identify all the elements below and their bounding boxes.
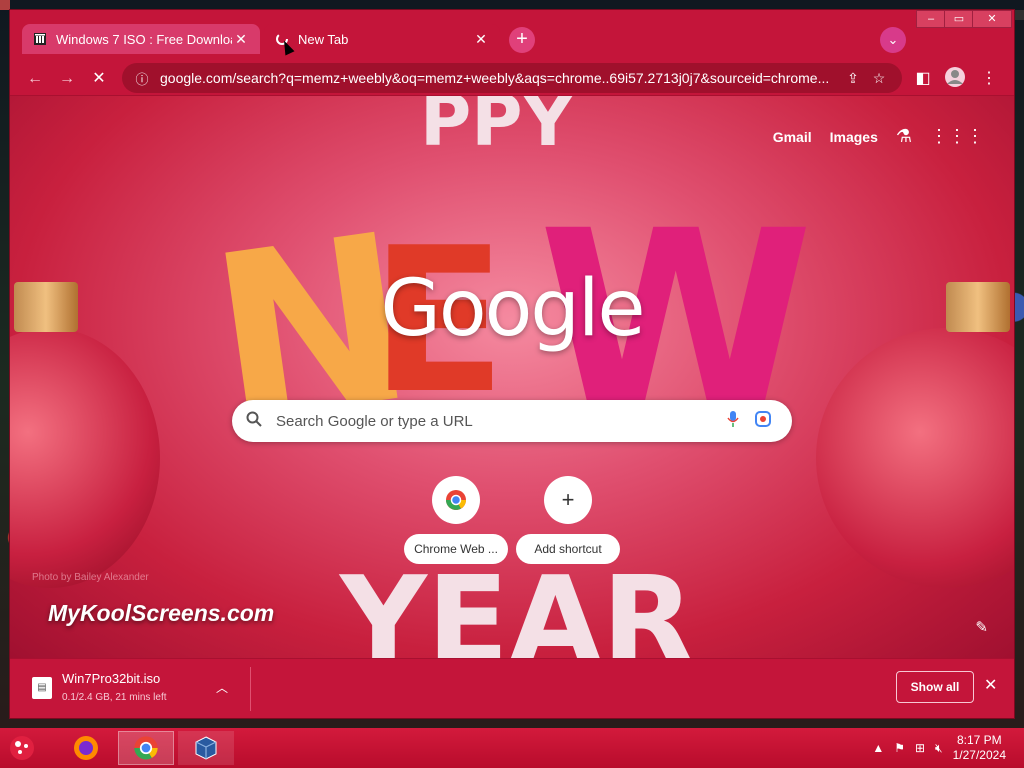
menu-icon[interactable]: ⋮ xyxy=(976,66,1002,92)
shortcut-label: Add shortcut xyxy=(516,534,620,564)
download-filename[interactable]: Win7Pro32bit.iso xyxy=(62,671,160,686)
mic-icon[interactable] xyxy=(718,410,748,433)
minimize-button[interactable]: – xyxy=(916,10,946,28)
close-tab-icon[interactable]: ✕ xyxy=(472,31,490,48)
plus-icon: + xyxy=(544,476,592,524)
chrome-web-store-icon xyxy=(432,476,480,524)
lens-icon[interactable] xyxy=(748,410,778,433)
chrome-window: Windows 7 ISO : Free Download ✕ New Tab … xyxy=(10,10,1014,718)
clock[interactable]: 8:17 PM 1/27/2024 xyxy=(953,733,1006,763)
chevron-up-icon[interactable]: ︿ xyxy=(216,679,228,696)
divider xyxy=(250,667,251,711)
archive-favicon-icon xyxy=(32,31,48,47)
shortcut-label: Chrome Web ... xyxy=(404,534,508,564)
show-all-button[interactable]: Show all xyxy=(896,671,974,703)
forward-icon[interactable]: → xyxy=(54,66,80,92)
tab-title: Windows 7 ISO : Free Download xyxy=(56,31,232,47)
firefox-icon[interactable] xyxy=(58,731,114,765)
tab-windows7-iso[interactable]: Windows 7 ISO : Free Download ✕ xyxy=(22,24,260,54)
tab-title: New Tab xyxy=(298,31,349,47)
back-icon[interactable]: ← xyxy=(22,66,48,92)
ornament-left xyxy=(10,328,160,588)
shortcut-chrome-web-store[interactable]: Chrome Web ... xyxy=(404,476,508,564)
url-text: google.com/search?q=memz+weebly&oq=memz+… xyxy=(160,70,830,86)
flag-icon[interactable]: ⚑ xyxy=(894,741,905,755)
maximize-button[interactable]: ▭ xyxy=(944,10,974,28)
address-bar[interactable]: ⓘ google.com/search?q=memz+weebly&oq=mem… xyxy=(122,63,902,93)
labs-icon[interactable]: ⚗ xyxy=(896,126,912,147)
virtualbox-icon[interactable] xyxy=(178,731,234,765)
toolbar: ← → ✕ ⓘ google.com/search?q=memz+weebly&… xyxy=(10,62,1014,96)
photo-credit[interactable]: Photo by Bailey Alexander xyxy=(32,572,149,583)
new-tab-page: N E W YEAR PPY Gmail Images ⚗ ⋮⋮⋮ Google… xyxy=(10,96,1014,658)
sidepanel-icon[interactable]: ◧ xyxy=(910,66,936,92)
clock-date: 1/27/2024 xyxy=(952,748,1006,762)
taskbar: ▲ ⚑ ⊞ 🔇︎ 8:17 PM 1/27/2024 xyxy=(0,728,1024,768)
shortcut-add[interactable]: + Add shortcut xyxy=(516,476,620,564)
title-bar: Windows 7 ISO : Free Download ✕ New Tab … xyxy=(10,10,1014,62)
download-shelf: ▤ Win7Pro32bit.iso 0.1/2.4 GB, 21 mins l… xyxy=(10,658,1014,718)
profile-icon[interactable] xyxy=(942,66,968,92)
system-tray: ▲ ⚑ ⊞ 🔇︎ 8:17 PM 1/27/2024 xyxy=(872,732,1006,764)
tab-new-tab[interactable]: New Tab ✕ xyxy=(264,24,500,54)
volume-muted-icon[interactable]: 🔇︎ xyxy=(935,741,943,756)
decor-letter: YEAR xyxy=(340,552,695,659)
file-icon: ▤ xyxy=(32,677,52,699)
gmail-link[interactable]: Gmail xyxy=(773,129,812,145)
clock-time: 8:17 PM xyxy=(956,733,1002,747)
network-icon[interactable]: ⊞ xyxy=(915,741,925,755)
share-icon[interactable]: ⇪ xyxy=(840,70,866,87)
stop-icon[interactable]: ✕ xyxy=(86,66,112,92)
top-links: Gmail Images ⚗ ⋮⋮⋮ xyxy=(773,126,984,147)
watermark: MyKoolScreens.com xyxy=(48,600,275,626)
start-button[interactable] xyxy=(0,731,44,765)
show-hidden-icons-icon[interactable]: ▲ xyxy=(872,741,884,755)
ornament-right xyxy=(816,328,1014,588)
search-box[interactable]: Search Google or type a URL xyxy=(232,400,792,442)
close-tab-icon[interactable]: ✕ xyxy=(232,31,250,48)
google-logo: Google xyxy=(380,264,645,354)
search-placeholder: Search Google or type a URL xyxy=(276,412,473,430)
star-icon[interactable]: ☆ xyxy=(866,70,892,87)
decor-letter: PPY xyxy=(420,96,574,162)
search-icon xyxy=(246,411,276,432)
chrome-taskbar-icon[interactable] xyxy=(118,731,174,765)
pencil-icon[interactable]: ✎ xyxy=(975,618,988,636)
close-icon[interactable]: ✕ xyxy=(984,675,997,695)
close-window-button[interactable]: ✕ xyxy=(972,10,1012,28)
new-tab-button[interactable]: + xyxy=(509,27,535,53)
download-status: 0.1/2.4 GB, 21 mins left xyxy=(62,692,167,703)
info-icon[interactable]: ⓘ xyxy=(132,69,152,88)
tab-search-button[interactable]: ⌄ xyxy=(880,27,906,53)
apps-icon[interactable]: ⋮⋮⋮ xyxy=(930,126,984,147)
images-link[interactable]: Images xyxy=(830,129,878,145)
